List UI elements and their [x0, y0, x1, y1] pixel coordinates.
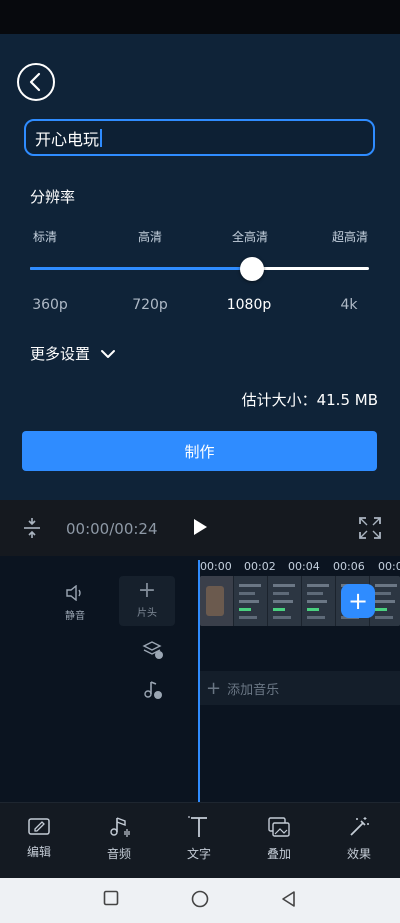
tool-edit-label: 编辑 [26, 845, 51, 859]
quality-name-fhd[interactable]: 全高清 [232, 228, 268, 245]
quality-name-sd[interactable]: 标清 [33, 228, 57, 245]
mute-label: 静音 [65, 611, 85, 622]
estimated-size: 估计大小：41.5 MB [241, 391, 378, 409]
add-intro-button[interactable]: + 片头 [119, 576, 175, 626]
make-button-label: 制作 [184, 442, 215, 461]
audio-icon [110, 817, 130, 837]
back-button[interactable] [17, 63, 55, 101]
layers-icon [142, 641, 163, 659]
music-note-icon [144, 681, 162, 699]
project-title-text: 开心电玩 [35, 129, 100, 149]
add-music-label: 添加音乐 [227, 682, 280, 698]
chevron-left-icon [29, 72, 41, 92]
playback-time: 00:00/00:24 [66, 520, 158, 538]
resolution-label: 分辨率 [30, 188, 76, 206]
chevron-down-icon [101, 349, 116, 358]
fullscreen-icon[interactable] [359, 517, 381, 539]
resolution-720p[interactable]: 720p [132, 297, 168, 313]
tool-overlay-label: 叠加 [266, 847, 291, 861]
tool-audio-label: 音频 [106, 847, 131, 861]
slider-track-fill [30, 267, 252, 270]
overlay-track-button[interactable] [142, 640, 164, 664]
tool-edit[interactable]: 编辑 [9, 815, 69, 860]
recents-icon[interactable] [103, 890, 119, 906]
player-bar: 00:00/00:24 [0, 500, 400, 556]
tool-effects-label: 效果 [346, 847, 371, 861]
ruler-tick: 00:02 [244, 560, 276, 573]
speaker-icon [66, 584, 81, 602]
bottom-toolbar: 编辑 音频 文字 叠加 效果 [0, 802, 400, 878]
effects-icon [350, 817, 369, 836]
edit-icon [28, 818, 50, 835]
text-caret [100, 128, 103, 147]
add-clip-button[interactable]: + [341, 584, 375, 618]
tool-text[interactable]: 文字 [169, 815, 229, 862]
overlay-icon [268, 817, 290, 837]
play-icon[interactable] [192, 518, 208, 536]
quality-name-uhd[interactable]: 超高清 [332, 228, 368, 245]
clip-frame [200, 576, 234, 626]
more-settings-toggle[interactable]: 更多设置 [30, 343, 116, 364]
text-icon [188, 816, 207, 837]
make-button[interactable]: 制作 [22, 431, 377, 471]
add-music-button[interactable]: + 添加音乐 [200, 671, 400, 705]
tool-audio[interactable]: 音频 [89, 815, 149, 862]
time-ruler: 00:00 00:02 00:04 00:06 00:08 [200, 560, 400, 576]
home-icon[interactable] [191, 890, 209, 908]
resolution-values: 360p 720p 1080p 4k [20, 297, 382, 317]
quality-name-hd[interactable]: 高清 [138, 228, 162, 245]
clip-frame [302, 576, 336, 626]
tool-overlay[interactable]: 叠加 [249, 815, 309, 862]
resolution-1080p[interactable]: 1080p [227, 297, 272, 313]
mute-button[interactable]: 静音 [56, 584, 94, 622]
quality-names: 标清 高清 全高清 超高清 [20, 228, 382, 246]
music-track-button[interactable] [142, 680, 164, 704]
project-title-input[interactable]: 开心电玩 [24, 119, 375, 156]
resolution-slider[interactable] [30, 254, 369, 284]
intro-label: 片头 [137, 608, 157, 619]
more-settings-label: 更多设置 [30, 345, 91, 363]
ruler-tick: 00:00 [200, 560, 232, 573]
timeline: 00:00 00:02 00:04 00:06 00:08 静音 + 片头 + [0, 556, 400, 802]
ruler-tick: 00:08 [378, 560, 400, 573]
back-nav-icon[interactable] [280, 890, 296, 908]
plus-icon: + [137, 578, 157, 603]
ruler-tick: 00:04 [288, 560, 320, 573]
plus-icon: + [206, 677, 222, 699]
tool-effects[interactable]: 效果 [329, 815, 389, 862]
split-icon[interactable] [22, 517, 42, 539]
clip-frame [268, 576, 302, 626]
slider-thumb[interactable] [240, 257, 264, 281]
system-nav-bar [0, 878, 400, 923]
status-bar [0, 0, 400, 34]
resolution-4k[interactable]: 4k [340, 297, 357, 313]
resolution-360p[interactable]: 360p [32, 297, 68, 313]
clip-frame [234, 576, 268, 626]
ruler-tick: 00:06 [333, 560, 365, 573]
tool-text-label: 文字 [186, 847, 211, 861]
